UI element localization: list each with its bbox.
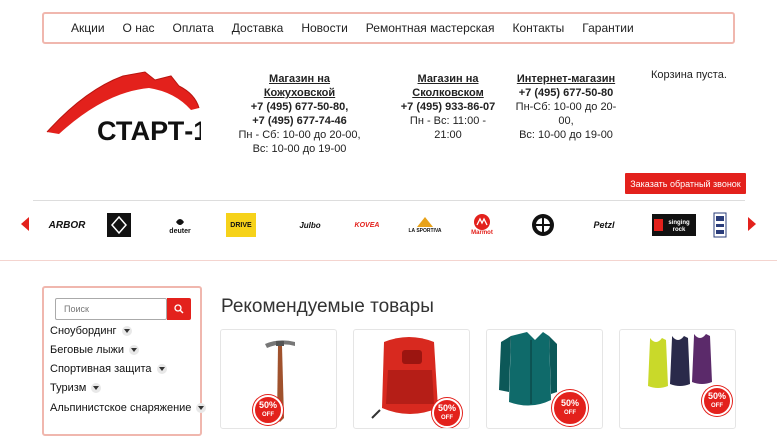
brand-logo-kovea[interactable]: KOVEA — [348, 212, 386, 238]
callback-button[interactable]: Заказать обратный звонок — [625, 173, 746, 194]
carousel-prev-arrow-icon[interactable] — [21, 217, 29, 231]
nav-item-promotions[interactable]: Акции — [71, 21, 105, 35]
category-label: Спортивная защита — [50, 363, 152, 375]
category-label: Альпинистское снаряжение — [50, 402, 192, 414]
brand-logo-deuter[interactable]: deuter — [164, 212, 196, 238]
store-name[interactable]: Магазин на — [395, 72, 501, 86]
search-input[interactable] — [55, 298, 167, 320]
cart-status[interactable]: Корзина пуста. — [651, 69, 727, 81]
svg-text:singing: singing — [668, 220, 690, 226]
discount-badge: 50% OFF — [253, 395, 283, 425]
store-hours: Пн - Сб: 10-00 до 20-00, — [238, 129, 361, 141]
product-card-jacket[interactable]: 50% OFF — [486, 329, 603, 429]
category-label: Туризм — [50, 382, 87, 394]
product-card-ice-axe[interactable]: 50% OFF — [220, 329, 337, 429]
discount-percent: 50% — [437, 403, 456, 413]
brand-carousel: ARBOR deuter DRIVE Julbo KOVEA LA SPORTI… — [0, 204, 777, 246]
brand-logo-msr[interactable] — [529, 212, 557, 238]
logo-text: СТАРТ-1 — [97, 116, 201, 146]
store-hours: Пн - Вс: 11:00 - 21:00 — [409, 115, 487, 141]
chevron-down-icon[interactable] — [121, 326, 132, 336]
category-label: Беговые лыжи — [50, 344, 124, 356]
search-button[interactable] — [167, 298, 191, 320]
top-navigation: Акции О нас Оплата Доставка Новости Ремо… — [42, 12, 735, 44]
section-heading: Рекомендуемые товары — [221, 296, 434, 317]
store-phone: +7 (495) 677-74-46 — [252, 115, 347, 127]
chevron-down-icon[interactable] — [196, 403, 207, 413]
chevron-down-icon[interactable] — [128, 345, 139, 355]
brand-logo-arbor[interactable]: ARBOR — [44, 212, 90, 238]
nav-item-repair[interactable]: Ремонтная мастерская — [366, 21, 495, 35]
brand-logo-singing-rock[interactable]: singing rock — [652, 212, 696, 238]
brand-logo-vaude[interactable] — [712, 212, 728, 238]
brand-logo-julbo[interactable]: Julbo — [288, 212, 332, 238]
discount-percent: 50% — [560, 398, 579, 408]
store-hours: Вс: 10-00 до 19-00 — [252, 143, 347, 155]
store-online: Интернет-магазин +7 (495) 677-50-80 Пн-С… — [510, 72, 622, 142]
store-skolkovskoe: Магазин на Сколковском +7 (495) 933-86-0… — [395, 72, 501, 142]
discount-percent: 50% — [258, 400, 277, 410]
nav-item-payment[interactable]: Оплата — [173, 21, 214, 35]
discount-off: OFF — [563, 410, 576, 416]
store-phone: +7 (495) 677-50-80, — [250, 101, 349, 113]
discount-badge: 50% OFF — [552, 390, 588, 426]
store-kozhukhovskaya: Магазин на Кожуховской +7 (495) 677-50-8… — [237, 72, 362, 156]
category-mountaineering[interactable]: Альпинистское снаряжение — [50, 402, 207, 414]
chevron-down-icon[interactable] — [91, 383, 102, 393]
category-sport-protection[interactable]: Спортивная защита — [50, 363, 167, 375]
category-label: Сноубординг — [50, 325, 117, 337]
divider — [33, 200, 745, 201]
nav-item-about[interactable]: О нас — [123, 21, 155, 35]
category-snowboarding[interactable]: Сноубординг — [50, 325, 132, 337]
brand-logo-marmot[interactable]: Marmot — [468, 212, 496, 238]
divider — [0, 260, 777, 261]
nav-item-contacts[interactable]: Контакты — [512, 21, 564, 35]
category-tourism[interactable]: Туризм — [50, 382, 102, 394]
brand-logo-drive[interactable]: DRIVE — [226, 212, 256, 238]
store-phone: +7 (495) 677-50-80 — [518, 87, 614, 99]
brand-name: DRIVE — [230, 222, 252, 229]
svg-text:rock: rock — [673, 227, 686, 233]
chevron-down-icon[interactable] — [156, 364, 167, 374]
product-card-backpack[interactable]: 50% OFF — [353, 329, 470, 429]
product-card-tank-tops[interactable]: 50% OFF — [619, 329, 736, 429]
catalog-sidebar: Сноубординг Беговые лыжи Спортивная защи… — [42, 286, 207, 436]
store-name[interactable]: Интернет-магазин — [510, 72, 622, 86]
brand-logo-petzl[interactable]: Petzl — [588, 212, 620, 238]
nav-item-news[interactable]: Новости — [301, 21, 347, 35]
brand-name: LA SPORTIVA — [408, 228, 442, 234]
site-logo[interactable]: СТАРТ-1 — [45, 68, 208, 148]
brand-logo-black-diamond[interactable] — [106, 212, 132, 238]
discount-percent: 50% — [707, 391, 726, 401]
carousel-next-arrow-icon[interactable] — [748, 217, 756, 231]
store-phone: +7 (495) 933-86-07 — [400, 101, 496, 113]
discount-off: OFF — [710, 403, 723, 409]
discount-badge: 50% OFF — [702, 386, 732, 416]
store-name[interactable]: Магазин на Кожуховской — [237, 72, 362, 100]
brand-logo-la-sportiva[interactable]: LA SPORTIVA — [407, 212, 443, 238]
search-icon — [174, 304, 184, 314]
brand-name: deuter — [169, 227, 191, 235]
discount-off: OFF — [261, 412, 274, 418]
discount-badge: 50% OFF — [432, 398, 462, 428]
category-cross-country-skis[interactable]: Беговые лыжи — [50, 344, 139, 356]
nav-item-delivery[interactable]: Доставка — [232, 21, 284, 35]
store-hours: Вс: 10-00 до 19-00 — [519, 129, 613, 141]
store-name-line2[interactable]: Сколковском — [395, 86, 501, 100]
nav-item-warranty[interactable]: Гарантии — [582, 21, 633, 35]
store-hours: Пн-Сб: 10-00 до 20-00, — [515, 101, 617, 127]
discount-off: OFF — [440, 415, 453, 421]
brand-name: Marmot — [471, 230, 493, 236]
